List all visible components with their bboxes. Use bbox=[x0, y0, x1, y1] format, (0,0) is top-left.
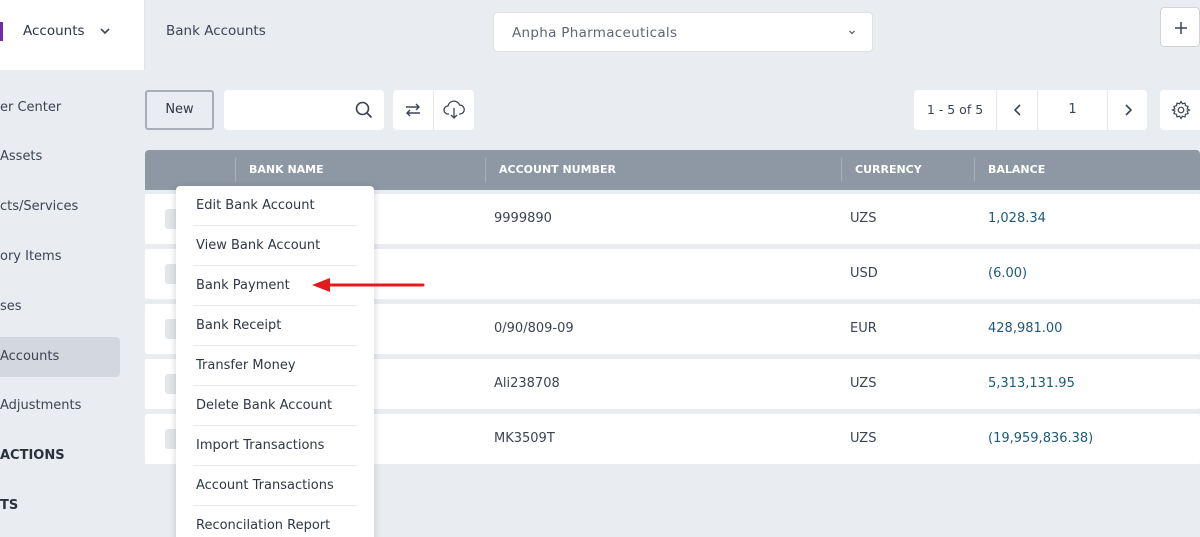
chevron-left-icon bbox=[1013, 104, 1021, 116]
cell-account-number: 9999890 bbox=[494, 211, 552, 226]
cell-currency: EUR bbox=[850, 321, 877, 336]
annotation-arrow-icon bbox=[312, 278, 425, 292]
search-input[interactable] bbox=[232, 96, 342, 124]
gear-icon bbox=[1171, 100, 1191, 120]
prev-page-button[interactable] bbox=[996, 90, 1037, 130]
menu-item-account-transactions[interactable]: Account Transactions bbox=[193, 466, 357, 506]
search-box bbox=[224, 90, 384, 130]
divider bbox=[433, 90, 434, 130]
sidebar-item-2[interactable]: cts/Services bbox=[0, 187, 120, 227]
topbar: Bank Accounts Anpha Pharmaceuticals bbox=[145, 0, 1200, 70]
cell-balance[interactable]: 428,981.00 bbox=[988, 304, 1062, 354]
sidebar-item-bank-accounts[interactable]: Accounts bbox=[0, 337, 120, 377]
menu-item-delete-bank-account[interactable]: Delete Bank Account bbox=[193, 386, 357, 426]
cell-currency: UZS bbox=[850, 431, 877, 446]
cell-account-number: Ali238708 bbox=[494, 376, 560, 391]
menu-item-bank-receipt[interactable]: Bank Receipt bbox=[193, 306, 357, 346]
sidebar-item-1[interactable]: Assets bbox=[0, 137, 120, 177]
menu-item-import-transactions[interactable]: Import Transactions bbox=[193, 426, 357, 466]
search-icon[interactable] bbox=[355, 101, 373, 119]
cell-balance[interactable]: 1,028.34 bbox=[988, 194, 1046, 244]
sidebar-module-label[interactable]: Accounts bbox=[23, 23, 85, 39]
column-separator bbox=[841, 158, 842, 182]
cell-account-number: 0/90/809-09 bbox=[494, 321, 574, 336]
menu-item-edit-bank-account[interactable]: Edit Bank Account bbox=[193, 186, 357, 226]
cell-currency: UZS bbox=[850, 211, 877, 226]
column-separator bbox=[485, 158, 486, 182]
company-select-value: Anpha Pharmaceuticals bbox=[512, 25, 678, 41]
action-icon-group bbox=[393, 90, 474, 130]
cell-account-number: MK3509T bbox=[494, 431, 555, 446]
sidebar-item-0[interactable]: er Center bbox=[0, 88, 120, 128]
new-button[interactable]: New bbox=[145, 90, 214, 130]
cell-balance[interactable]: (6.00) bbox=[988, 249, 1027, 299]
sidebar-section-reports[interactable]: TS bbox=[0, 486, 120, 526]
chevron-right-icon bbox=[1125, 104, 1133, 116]
cell-currency: USD bbox=[850, 266, 878, 281]
chevron-down-icon bbox=[849, 30, 855, 35]
swap-arrows-icon[interactable] bbox=[403, 101, 423, 119]
sidebar-item-4[interactable]: ses bbox=[0, 287, 120, 327]
menu-item-reconcilation-report[interactable]: Reconcilation Report bbox=[193, 506, 357, 537]
chevron-down-icon[interactable] bbox=[98, 24, 112, 38]
page-title: Bank Accounts bbox=[166, 23, 266, 39]
row-context-menu: Edit Bank Account View Bank Account Bank… bbox=[176, 186, 374, 537]
sidebar-item-3[interactable]: ory Items bbox=[0, 237, 120, 277]
brand-accent-bar bbox=[0, 22, 3, 41]
cell-balance[interactable]: 5,313,131.95 bbox=[988, 359, 1075, 409]
cell-currency: UZS bbox=[850, 376, 877, 391]
menu-item-transfer-money[interactable]: Transfer Money bbox=[193, 346, 357, 386]
cloud-download-icon[interactable] bbox=[443, 100, 465, 120]
table-header: BANK NAME ACCOUNT NUMBER CURRENCY BALANC… bbox=[145, 150, 1200, 190]
plus-icon bbox=[1175, 22, 1187, 34]
menu-item-view-bank-account[interactable]: View Bank Account bbox=[193, 226, 357, 266]
company-select[interactable]: Anpha Pharmaceuticals bbox=[493, 12, 873, 52]
next-page-button[interactable] bbox=[1108, 90, 1147, 130]
sidebar-item-6[interactable]: Adjustments bbox=[0, 386, 120, 426]
column-header-currency[interactable]: CURRENCY bbox=[855, 150, 922, 190]
sidebar: Accounts er Center Assets cts/Services o… bbox=[0, 0, 145, 537]
settings-button[interactable] bbox=[1160, 90, 1200, 130]
pagination: 1 - 5 of 5 1 bbox=[914, 90, 1147, 130]
column-separator bbox=[974, 158, 975, 182]
sidebar-header[interactable]: Accounts bbox=[0, 0, 145, 70]
sidebar-section-transactions[interactable]: ACTIONS bbox=[0, 436, 120, 476]
column-header-bank-name[interactable]: BANK NAME bbox=[249, 150, 324, 190]
current-page[interactable]: 1 bbox=[1037, 90, 1108, 130]
column-header-balance[interactable]: BALANCE bbox=[988, 150, 1045, 190]
column-separator bbox=[235, 158, 236, 182]
column-header-account-number[interactable]: ACCOUNT NUMBER bbox=[499, 150, 616, 190]
add-button[interactable] bbox=[1160, 7, 1200, 47]
pagination-range: 1 - 5 of 5 bbox=[926, 102, 984, 117]
cell-balance[interactable]: (19,959,836.38) bbox=[988, 414, 1093, 464]
